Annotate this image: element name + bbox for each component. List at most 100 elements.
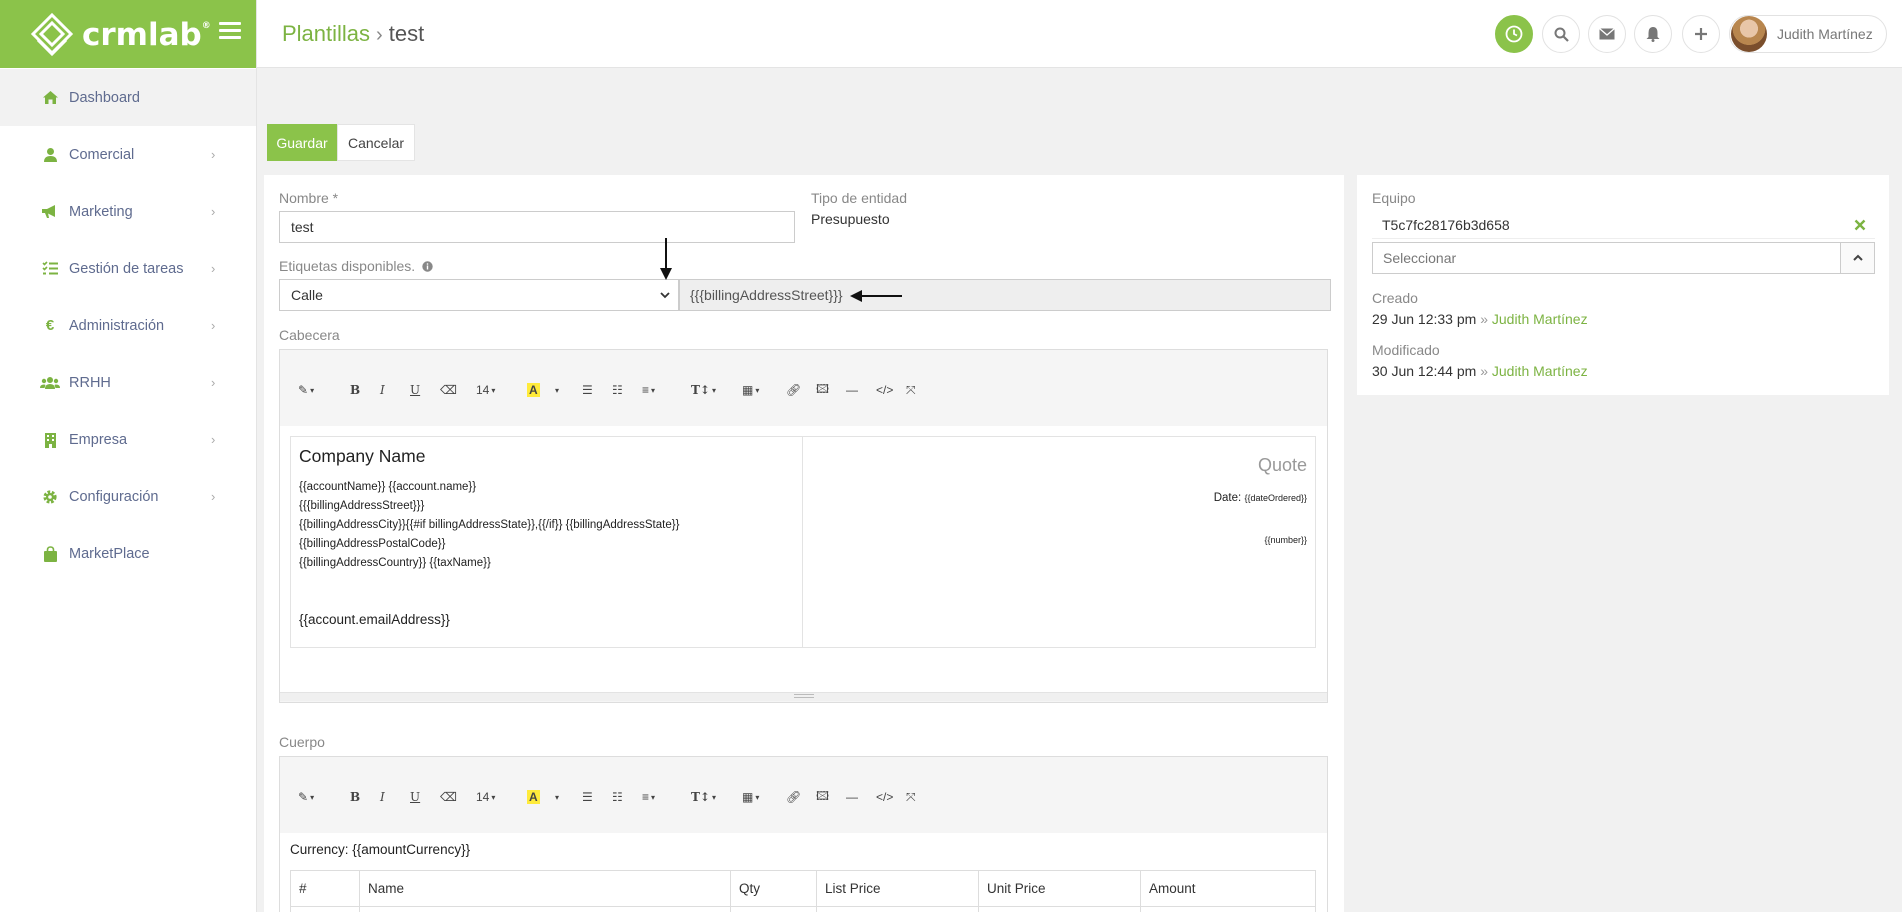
italic-icon[interactable]: I xyxy=(380,380,385,400)
sidebar-item-configuracion[interactable]: Configuración › xyxy=(0,468,256,525)
company-name: Company Name xyxy=(299,446,426,466)
column-header: List Price xyxy=(825,881,881,896)
eraser-icon[interactable]: ⌫ xyxy=(440,380,457,400)
user-menu[interactable]: Judith Martínez xyxy=(1729,15,1887,53)
name-input[interactable]: test xyxy=(279,211,795,243)
template-form-panel: Nombre * test Tipo de entidad Presupuest… xyxy=(264,175,1344,912)
team-select-input[interactable]: Seleccionar xyxy=(1372,242,1841,274)
cancel-button[interactable]: Cancelar xyxy=(337,124,415,161)
sidebar-item-dashboard[interactable]: Dashboard xyxy=(0,69,256,126)
underline-icon[interactable]: U xyxy=(410,787,420,807)
modified-value: 30 Jun 12:44 pm » Judith Martínez xyxy=(1372,363,1588,379)
entity-type-value: Presupuesto xyxy=(811,211,890,227)
code-view-icon[interactable]: </> xyxy=(876,787,893,807)
image-icon[interactable]: 🖾 xyxy=(816,787,829,807)
header-left-cell: Company Name {{accountName}} {{account.n… xyxy=(291,437,803,647)
modified-by-user-link[interactable]: Judith Martínez xyxy=(1492,363,1588,379)
remove-icon[interactable] xyxy=(1854,219,1866,231)
items-table: # Name Qty List Price Unit Price Amount xyxy=(290,870,1316,912)
sidebar-item-gestion-tareas[interactable]: Gestión de tareas › xyxy=(0,240,256,297)
table-icon[interactable]: ▦ ▾ xyxy=(742,380,759,400)
header-line: {{{billingAddressStreet}}} xyxy=(299,500,425,512)
image-icon[interactable]: 🖾 xyxy=(816,380,829,400)
info-icon[interactable] xyxy=(422,261,433,272)
header-editor: ✎ ▾ B I U ⌫ 14 ▾ A ▾ ☰ ☷ ≡ ▾ T↕ ▾ ▦ ▾ 🔗︎ 🖾 — … xyxy=(279,349,1328,703)
body-editor: ✎ ▾ B I U ⌫ 14 ▾ A ▾ ☰ ☷ ≡ ▾ T↕ ▾ ▦ ▾ 🔗︎ 🖾 — … xyxy=(279,756,1328,912)
add-button[interactable] xyxy=(1682,15,1720,53)
sidebar-item-rrhh[interactable]: RRHH › xyxy=(0,354,256,411)
link-icon[interactable]: 🔗︎ xyxy=(786,787,801,807)
chevron-right-icon: › xyxy=(211,147,216,162)
numbered-list-icon[interactable]: ☷ xyxy=(612,380,623,400)
search-button[interactable] xyxy=(1542,15,1580,53)
color-dropdown-icon[interactable]: ▾ xyxy=(553,380,559,400)
body-editor-content[interactable]: Currency: {{amountCurrency}} # Name Qty … xyxy=(280,833,1327,912)
sidebar-item-empresa[interactable]: Empresa › xyxy=(0,411,256,468)
eraser-icon[interactable]: ⌫ xyxy=(440,787,457,807)
sidebar-item-label: Empresa xyxy=(69,431,128,448)
chevron-right-icon: › xyxy=(211,261,216,276)
hamburger-menu-icon[interactable] xyxy=(219,22,241,42)
italic-icon[interactable]: I xyxy=(380,787,385,807)
code-view-icon[interactable]: </> xyxy=(876,380,893,400)
sidebar-item-marketing[interactable]: Marketing › xyxy=(0,183,256,240)
body-section-label: Cuerpo xyxy=(279,734,325,750)
sidebar-item-administracion[interactable]: € Administración › xyxy=(0,297,256,354)
team-selected-item: T5c7fc28176b3d658 xyxy=(1372,211,1875,239)
align-icon[interactable]: ≡ ▾ xyxy=(642,787,655,807)
line-height-icon[interactable]: T↕ ▾ xyxy=(691,380,716,400)
breadcrumb-link-plantillas[interactable]: Plantillas xyxy=(282,21,370,46)
table-icon[interactable]: ▦ ▾ xyxy=(742,787,759,807)
building-icon xyxy=(40,431,60,449)
horizontal-rule-icon[interactable]: — xyxy=(846,787,858,807)
created-by-user-link[interactable]: Judith Martínez xyxy=(1492,311,1588,327)
bullet-list-icon[interactable]: ☰ xyxy=(582,787,593,807)
header-line: {{accountName}} {{account.name}} xyxy=(299,481,477,493)
editor-resize-bar[interactable] xyxy=(280,692,1327,701)
clock-button[interactable] xyxy=(1495,15,1533,53)
header-line: {{billingAddressPostalCode}} xyxy=(299,538,446,550)
line-height-icon[interactable]: T↕ ▾ xyxy=(691,787,716,807)
font-size-dropdown[interactable]: 14 ▾ xyxy=(476,380,495,400)
color-dropdown-icon[interactable]: ▾ xyxy=(553,787,559,807)
plus-icon xyxy=(1695,28,1707,40)
header-editor-toolbar: ✎ ▾ B I U ⌫ 14 ▾ A ▾ ☰ ☷ ≡ ▾ T↕ ▾ ▦ ▾ 🔗︎ 🖾 — … xyxy=(280,350,1327,426)
sidebar-item-label: Configuración xyxy=(69,488,159,505)
sidebar-item-comercial[interactable]: Comercial › xyxy=(0,126,256,183)
sidebar-item-label: Marketing xyxy=(69,203,133,220)
tag-output[interactable]: {{{billingAddressStreet}}} xyxy=(679,279,1331,311)
sidebar-item-marketplace[interactable]: MarketPlace xyxy=(0,525,256,582)
currency-line: Currency: {{amountCurrency}} xyxy=(290,842,471,857)
team-value: T5c7fc28176b3d658 xyxy=(1382,217,1510,233)
items-table-header: # Name Qty List Price Unit Price Amount xyxy=(291,871,1315,912)
underline-icon[interactable]: U xyxy=(410,380,420,400)
numbered-list-icon[interactable]: ☷ xyxy=(612,787,623,807)
header-editor-content[interactable]: Company Name {{accountName}} {{account.n… xyxy=(280,426,1327,701)
text-color-icon[interactable]: A xyxy=(527,380,540,400)
magic-wand-icon[interactable]: ✎ ▾ xyxy=(298,787,314,807)
notifications-button[interactable] xyxy=(1634,15,1672,53)
quote-title: Quote xyxy=(1257,455,1307,475)
brand-logo[interactable]: crmlab® xyxy=(30,12,211,58)
header-line: {{billingAddressCity}}{{#if billingAddre… xyxy=(299,519,680,531)
save-button[interactable]: Guardar xyxy=(267,124,337,161)
fullscreen-icon[interactable]: ⤧ xyxy=(906,380,916,400)
bold-icon[interactable]: B xyxy=(350,380,360,400)
horizontal-rule-icon[interactable]: — xyxy=(846,380,858,400)
fullscreen-icon[interactable]: ⤧ xyxy=(906,787,916,807)
mail-button[interactable] xyxy=(1588,15,1626,53)
align-icon[interactable]: ≡ ▾ xyxy=(642,380,655,400)
bullet-list-icon[interactable]: ☰ xyxy=(582,380,593,400)
font-size-dropdown[interactable]: 14 ▾ xyxy=(476,787,495,807)
link-icon[interactable]: 🔗︎ xyxy=(786,380,801,400)
shopping-bag-icon xyxy=(40,545,60,563)
tags-select[interactable]: Calle xyxy=(279,279,679,311)
text-color-icon[interactable]: A xyxy=(527,787,540,807)
magic-wand-icon[interactable]: ✎ ▾ xyxy=(298,380,314,400)
team-label: Equipo xyxy=(1372,190,1416,206)
bold-icon[interactable]: B xyxy=(350,787,360,807)
team-select-toggle[interactable] xyxy=(1840,242,1875,274)
number-placeholder: {{number}} xyxy=(1264,535,1307,545)
chevron-right-icon: › xyxy=(211,432,216,447)
envelope-icon xyxy=(1599,28,1615,40)
